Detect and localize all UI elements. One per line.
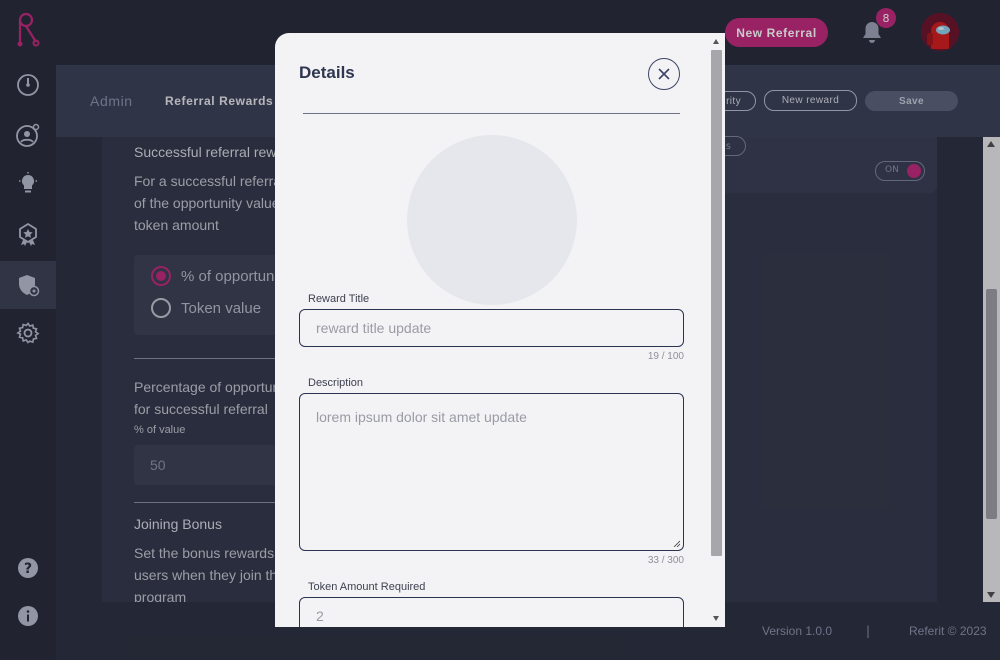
reward-title-counter: 19 / 100 (647, 351, 684, 362)
modal-divider (303, 113, 680, 114)
modal-title: Details (299, 63, 355, 82)
reward-image-placeholder[interactable] (407, 135, 577, 305)
description-counter: 33 / 300 (647, 555, 684, 566)
description-text: lorem ipsum dolor sit amet update (316, 409, 527, 425)
token-amount-input[interactable] (299, 597, 684, 627)
description-label: Description (308, 377, 364, 389)
description-textarea[interactable]: lorem ipsum dolor sit amet update (299, 393, 684, 551)
reward-title-label: Reward Title (308, 293, 370, 305)
details-modal: Details Reward Title 19 / 100 Descriptio… (275, 33, 725, 627)
token-amount-label: Token Amount Required (308, 581, 426, 593)
modal-scroll-down-arrow-icon[interactable] (713, 616, 719, 621)
close-button[interactable] (648, 58, 680, 90)
reward-title-input[interactable] (299, 309, 684, 347)
resize-handle-icon[interactable] (673, 540, 680, 547)
modal-scrollbar-thumb[interactable] (711, 50, 722, 556)
modal-scroll-up-arrow-icon[interactable] (713, 39, 719, 44)
modal-scrollbar[interactable] (708, 33, 725, 627)
close-icon (658, 68, 670, 80)
